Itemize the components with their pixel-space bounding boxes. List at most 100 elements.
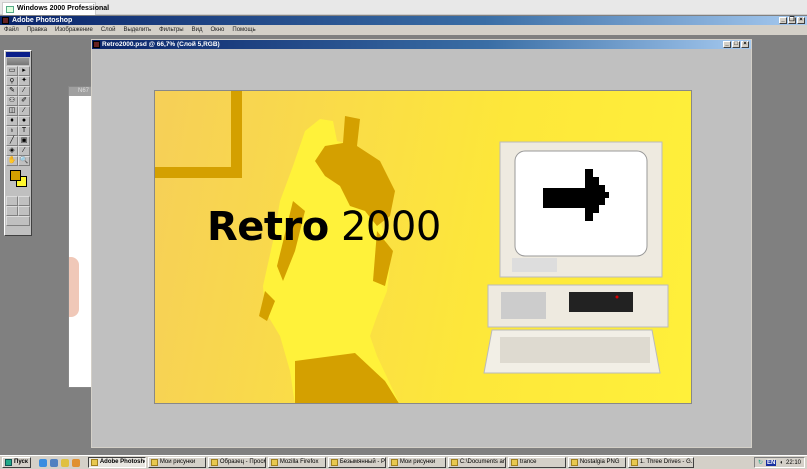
taskbar-item-label: C:\Documents and...: [459, 459, 505, 465]
window-icon: [210, 459, 218, 466]
menu-file[interactable]: Файл: [4, 25, 19, 35]
explorer-icon[interactable]: [60, 458, 69, 467]
app-restore-button[interactable]: ❐: [788, 17, 796, 24]
toolbox-title-bar[interactable]: [6, 52, 30, 57]
browser-tab-title: Windows 2000 Professional: [17, 5, 110, 12]
taskbar-item[interactable]: 1. Three Drives - G...: [627, 457, 694, 468]
app-close-button[interactable]: ×: [797, 17, 805, 24]
headline-regular: 2000: [340, 204, 441, 250]
girl-silhouette: [259, 116, 400, 403]
taskbar-item[interactable]: Мои рисунки: [147, 457, 206, 468]
quick-mask-button[interactable]: [18, 196, 30, 206]
screen-mode-button[interactable]: [6, 206, 18, 216]
quick-launch: [38, 458, 80, 467]
menu-help[interactable]: Помощь: [232, 25, 255, 35]
taskbar-item[interactable]: C:\Documents and...: [447, 457, 506, 468]
fullscreen-mode-button[interactable]: [18, 206, 30, 216]
browser-tab[interactable]: Windows 2000 Professional ×: [2, 2, 109, 15]
menu-edit[interactable]: Правка: [27, 25, 47, 35]
desktop-icon[interactable]: [49, 458, 58, 467]
system-tray: ↻ EN ◖ 22:10: [753, 457, 805, 468]
menu-window[interactable]: Окно: [210, 25, 224, 35]
workspace-background: [752, 39, 807, 448]
menu-bar: Файл Правка Изображение Слой Выделить Фи…: [0, 25, 807, 35]
task-list: Adobe Photoshop Мои рисунки Образец - Прос…: [87, 457, 694, 468]
window-icon: [570, 459, 578, 466]
window-icon: [630, 459, 638, 466]
taskbar-item[interactable]: Adobe Photoshop: [87, 457, 146, 468]
tool-button[interactable]: ◫: [6, 106, 18, 116]
tool-button[interactable]: ♁: [6, 126, 18, 136]
window-icon: [90, 459, 98, 466]
volume-icon[interactable]: ◖: [779, 460, 783, 466]
start-button[interactable]: Пуск: [2, 457, 31, 468]
browser-tab-bar: Windows 2000 Professional ×: [0, 0, 807, 15]
doc-minimize-button[interactable]: _: [723, 41, 731, 48]
taskbar-item-label: Mozilla Firefox: [279, 459, 319, 465]
foreground-color[interactable]: [10, 170, 21, 181]
taskbar-item[interactable]: trance: [507, 457, 566, 468]
adobe-logo[interactable]: [7, 58, 29, 65]
tool-button[interactable]: T: [18, 126, 30, 136]
document-icon: [93, 41, 100, 48]
taskbar-item[interactable]: Мои рисунки: [387, 457, 446, 468]
image-canvas[interactable]: Retro 2000: [154, 90, 692, 404]
tool-button[interactable]: ▭: [6, 66, 18, 76]
taskbar-item[interactable]: Образец - Просм...: [207, 457, 266, 468]
menu-select[interactable]: Выделить: [123, 25, 151, 35]
frame-shape: [155, 91, 242, 178]
jump-to-imageready-button[interactable]: [6, 216, 30, 226]
tool-button[interactable]: ▸: [18, 66, 30, 76]
taskbar-item-label: Безымянный - Paint: [339, 459, 386, 465]
taskbar-item-label: trance: [519, 459, 537, 465]
menu-image[interactable]: Изображение: [55, 25, 93, 35]
tool-button[interactable]: ✎: [6, 86, 18, 96]
tab-close-button[interactable]: ×: [89, 4, 93, 11]
headline: Retro 2000: [207, 204, 441, 250]
tool-button[interactable]: ▣: [18, 136, 30, 146]
tool-button[interactable]: ✦: [18, 76, 30, 86]
photoshop-icon: [2, 17, 9, 24]
window-icon: [150, 459, 158, 466]
toolbox: ▭ ▸ ϙ ✦ ✎ ⁄ ⚇ ✐ ◫ ∕ ♦ ● ♁ T ╱ ▣ ◈ ⁄ ✋ 🔍: [4, 50, 32, 236]
tool-button[interactable]: ⁄: [18, 146, 30, 156]
taskbar: Пуск Adobe Photoshop Мои рисунки Образец -…: [0, 455, 807, 469]
tool-button[interactable]: ⁄: [18, 86, 30, 96]
start-label: Пуск: [14, 459, 28, 465]
app-title-bar: Adobe Photoshop _ ❐ ×: [0, 16, 807, 25]
retro-computer-illustration: [483, 141, 669, 374]
tool-button[interactable]: ϙ: [6, 76, 18, 86]
doc-close-button[interactable]: ×: [741, 41, 749, 48]
tool-button[interactable]: ♦: [6, 116, 18, 126]
taskbar-item[interactable]: Безымянный - Paint: [327, 457, 386, 468]
taskbar-item-label: Образец - Просм...: [219, 459, 265, 465]
tool-button[interactable]: ◈: [6, 146, 18, 156]
taskbar-item-label: 1. Three Drives - G...: [639, 459, 694, 465]
taskbar-item-label: Adobe Photoshop: [99, 459, 145, 465]
menu-view[interactable]: Вид: [192, 25, 203, 35]
tool-button[interactable]: ●: [18, 116, 30, 126]
tool-button[interactable]: ✋: [6, 156, 18, 166]
app-title: Adobe Photoshop: [12, 17, 73, 24]
window-icon: [390, 459, 398, 466]
document-title-bar[interactable]: Retro2000.psd @ 66,7% (Слой 5,RGB) _ □ ×: [92, 40, 751, 49]
tool-button[interactable]: ∕: [18, 106, 30, 116]
menu-layer[interactable]: Слой: [101, 25, 116, 35]
taskbar-item[interactable]: Nostalgia PNG: [567, 457, 626, 468]
ie-icon[interactable]: [38, 458, 47, 467]
taskbar-item[interactable]: Mozilla Firefox: [267, 457, 326, 468]
doc-maximize-button[interactable]: □: [732, 41, 740, 48]
menu-filter[interactable]: Фильтры: [159, 25, 183, 35]
tool-button[interactable]: ╱: [6, 136, 18, 146]
tool-button[interactable]: ⚇: [6, 96, 18, 106]
network-icon[interactable]: ↻: [758, 459, 763, 466]
tool-button[interactable]: ✐: [18, 96, 30, 106]
language-indicator[interactable]: EN: [766, 459, 777, 466]
taskbar-item-label: Мои рисунки: [159, 459, 196, 465]
media-icon[interactable]: [71, 458, 80, 467]
app-minimize-button[interactable]: _: [779, 17, 787, 24]
background-document-window[interactable]: N67: [68, 86, 92, 388]
window-icon: [450, 459, 458, 466]
tool-button[interactable]: 🔍: [18, 156, 30, 166]
standard-mode-button[interactable]: [6, 196, 18, 206]
